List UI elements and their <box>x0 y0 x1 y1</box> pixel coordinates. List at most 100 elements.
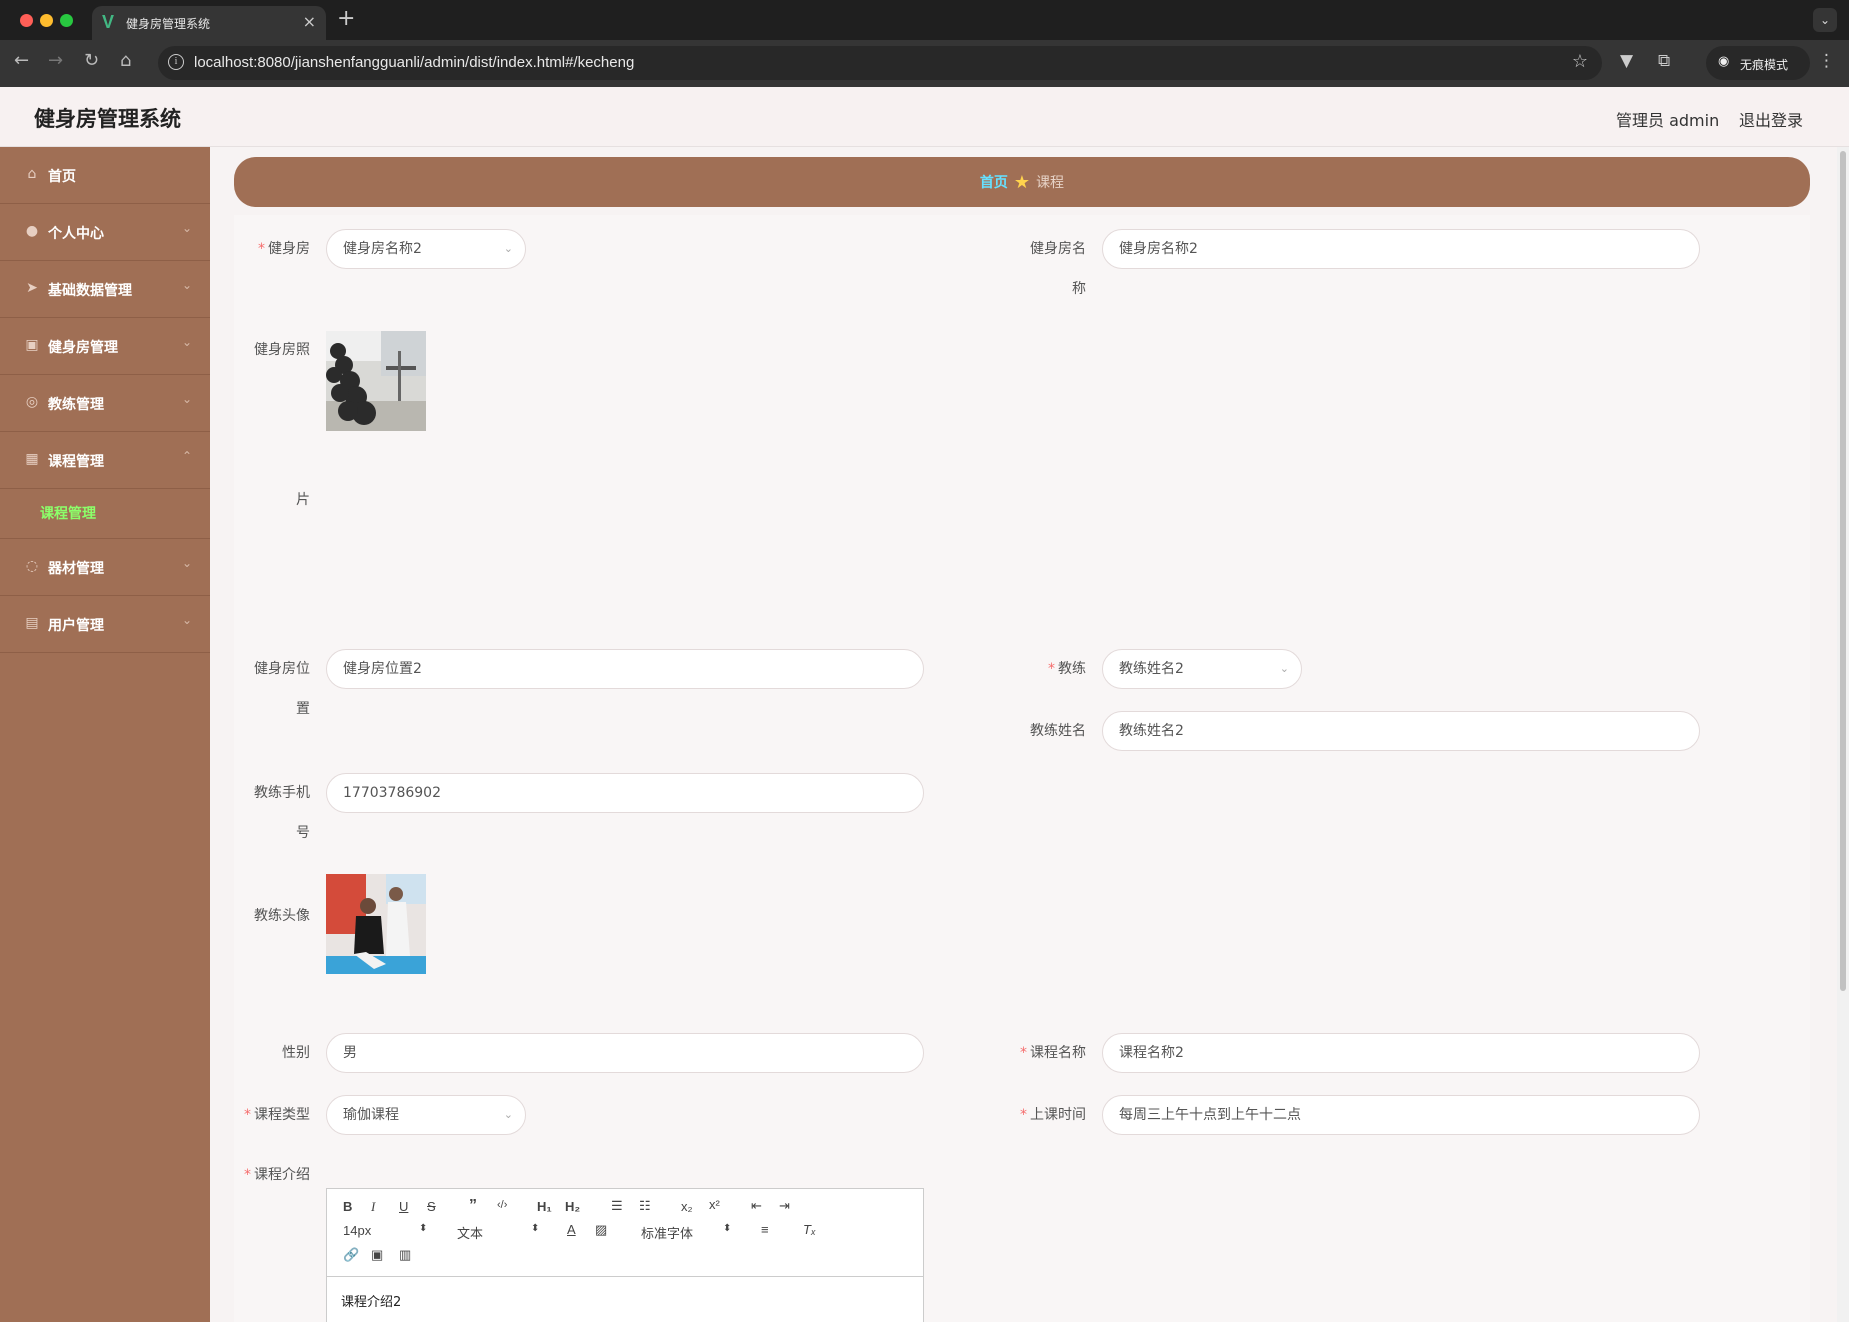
coach-name-input[interactable]: 教练姓名2 <box>1102 711 1700 751</box>
course-intro-editor[interactable]: B I U S ” ‹/› H₁ H₂ ☰ ☷ x₂ x² ⇤ ⇥ 14px ⬍… <box>326 1188 924 1322</box>
coach-phone-input[interactable]: 17703786902 <box>326 773 924 813</box>
bold-icon[interactable]: B <box>343 1199 352 1214</box>
font-size-select[interactable]: 14px <box>343 1223 371 1238</box>
vue-devtools-icon[interactable]: ▼ <box>1620 51 1633 71</box>
clear-format-icon[interactable]: Tₓ <box>803 1222 816 1237</box>
sidebar-item-gym-management[interactable]: ▣ 健身房管理 ⌄ <box>0 318 210 375</box>
vue-favicon-icon: V <box>102 12 115 32</box>
video-icon[interactable]: ▥ <box>399 1247 411 1263</box>
heading-1-icon[interactable]: H₁ <box>537 1199 552 1214</box>
text-style-chevron-icon: ⬍ <box>531 1223 540 1234</box>
image-icon[interactable]: ▣ <box>371 1247 383 1263</box>
extensions-puzzle-icon[interactable]: ⧉ <box>1658 51 1670 71</box>
course-type-select[interactable]: 瑜伽课程 ⌄ <box>326 1095 526 1135</box>
coach-select-value: 教练姓名2 <box>1119 661 1184 677</box>
home-browser-icon[interactable]: ⌂ <box>120 50 131 71</box>
current-user-label: 管理员 admin <box>1616 111 1720 130</box>
incognito-badge[interactable]: ◉ 无痕模式 <box>1706 46 1810 80</box>
sidebar-item-label: 教练管理 <box>48 397 104 413</box>
bullet-list-icon[interactable]: ☷ <box>639 1198 651 1214</box>
incognito-icon: ◉ <box>1718 54 1730 69</box>
app-title: 健身房管理系统 <box>34 107 181 131</box>
text-color-icon[interactable]: A <box>567 1222 576 1237</box>
sidebar-item-label: 基础数据管理 <box>48 283 132 299</box>
maximize-window-button[interactable] <box>60 14 73 27</box>
sidebar-subitem-course-management[interactable]: 课程管理 <box>0 489 210 539</box>
text-style-select[interactable]: 文本 <box>457 1223 483 1242</box>
coach-name-label: 教练姓名 <box>1030 723 1086 739</box>
align-icon[interactable]: ≡ <box>761 1222 769 1237</box>
sidebar-item-equipment-management[interactable]: ◌ 器材管理 ⌄ <box>0 539 210 596</box>
forward-arrow-icon[interactable]: → <box>48 50 63 71</box>
subscript-icon[interactable]: x₂ <box>681 1199 693 1214</box>
calendar-icon: ▣ <box>25 337 39 353</box>
coach-avatar-label: 教练头像 <box>254 908 310 924</box>
minimize-window-button[interactable] <box>40 14 53 27</box>
reload-icon[interactable]: ↻ <box>84 50 99 71</box>
incognito-label: 无痕模式 <box>1740 58 1789 72</box>
address-bar[interactable]: i localhost:8080/jianshenfangguanli/admi… <box>158 46 1602 80</box>
new-tab-icon[interactable]: + <box>337 6 355 31</box>
sidebar-item-user-management[interactable]: ▤ 用户管理 ⌄ <box>0 596 210 653</box>
breadcrumb: 首页 ★ 课程 <box>234 157 1810 207</box>
sidebar-subitem-label: 课程管理 <box>40 506 96 522</box>
sidebar-item-course-management[interactable]: ▦ 课程管理 ⌃ <box>0 432 210 489</box>
underline-icon[interactable]: U <box>399 1199 408 1214</box>
browser-toolbar: ← → ↻ ⌂ i localhost:8080/jianshenfanggua… <box>0 40 1849 87</box>
site-info-icon[interactable]: i <box>168 54 184 70</box>
font-family-select[interactable]: 标准字体 <box>641 1223 693 1242</box>
browser-tab[interactable]: V 健身房管理系统 × <box>92 6 326 40</box>
sidebar-item-coach-management[interactable]: ◎ 教练管理 ⌄ <box>0 375 210 432</box>
link-icon[interactable]: 🔗 <box>343 1247 359 1263</box>
breadcrumb-home-link[interactable]: 首页 <box>980 175 1008 191</box>
gym-photo-label-line2: 片 <box>296 492 310 508</box>
blockquote-icon[interactable]: ” <box>469 1197 477 1215</box>
coach-select[interactable]: 教练姓名2 ⌄ <box>1102 649 1302 689</box>
close-window-button[interactable] <box>20 14 33 27</box>
background-color-icon[interactable]: ▨ <box>595 1222 607 1238</box>
outdent-icon[interactable]: ⇤ <box>751 1198 762 1214</box>
gym-name-input[interactable]: 健身房名称2 <box>1102 229 1700 269</box>
scrollbar-thumb[interactable] <box>1840 151 1846 991</box>
ordered-list-icon[interactable]: ☰ <box>611 1198 623 1214</box>
close-tab-icon[interactable]: × <box>303 12 316 31</box>
heading-2-icon[interactable]: H₂ <box>565 1199 580 1214</box>
logout-link[interactable]: 退出登录 <box>1739 107 1803 131</box>
class-time-input[interactable]: 每周三上午十点到上午十二点 <box>1102 1095 1700 1135</box>
sidebar-item-label: 器材管理 <box>48 561 104 577</box>
gender-label: 性别 <box>282 1045 310 1061</box>
back-arrow-icon[interactable]: ← <box>14 50 29 71</box>
url-text[interactable]: localhost:8080/jianshenfangguanli/admin/… <box>194 54 634 71</box>
chevron-down-icon: ⌄ <box>1279 662 1289 675</box>
browser-menu-icon[interactable]: ⋮ <box>1818 51 1835 71</box>
page-scrollbar[interactable] <box>1837 147 1849 1322</box>
indent-icon[interactable]: ⇥ <box>779 1198 790 1214</box>
bookmark-star-icon[interactable]: ☆ <box>1572 51 1588 72</box>
gender-input[interactable]: 男 <box>326 1033 924 1073</box>
chevron-up-icon: ⌃ <box>181 449 192 463</box>
sidebar-item-personal-center[interactable]: ● 个人中心 ⌄ <box>0 204 210 261</box>
italic-icon[interactable]: I <box>371 1199 375 1215</box>
course-form: * 健身房 健身房名称2 ⌄ 健身房名称 健身房名称2 健身房照 片 健身房位 … <box>234 215 1810 1322</box>
chevron-down-icon[interactable]: ⌄ <box>1813 8 1837 32</box>
gym-select[interactable]: 健身房名称2 ⌄ <box>326 229 526 269</box>
chevron-down-icon: ⌄ <box>181 221 192 235</box>
course-intro-label: * 课程介绍 <box>244 1167 310 1183</box>
superscript-icon[interactable]: x² <box>709 1197 720 1212</box>
home-icon: ⌂ <box>27 166 37 182</box>
sidebar-item-home[interactable]: ⌂ 首页 <box>0 147 210 204</box>
gym-location-label: 健身房位置 <box>254 661 310 717</box>
gym-location-input[interactable]: 健身房位置2 <box>326 649 924 689</box>
strikethrough-icon[interactable]: S <box>427 1199 436 1214</box>
tab-title: 健身房管理系统 <box>126 17 211 31</box>
sidebar-item-label: 用户管理 <box>48 618 104 634</box>
course-name-input[interactable]: 课程名称2 <box>1102 1033 1700 1073</box>
font-size-chevron-icon: ⬍ <box>419 1223 428 1234</box>
gym-photo-image <box>326 331 426 431</box>
sidebar-item-basic-data[interactable]: ➤ 基础数据管理 ⌄ <box>0 261 210 318</box>
grid-icon: ▦ <box>25 451 39 467</box>
chevron-down-icon: ⌄ <box>181 556 192 570</box>
code-icon[interactable]: ‹/› <box>497 1199 507 1211</box>
editor-content[interactable]: 课程介绍2 <box>341 1291 401 1310</box>
star-icon: ★ <box>1013 172 1031 193</box>
